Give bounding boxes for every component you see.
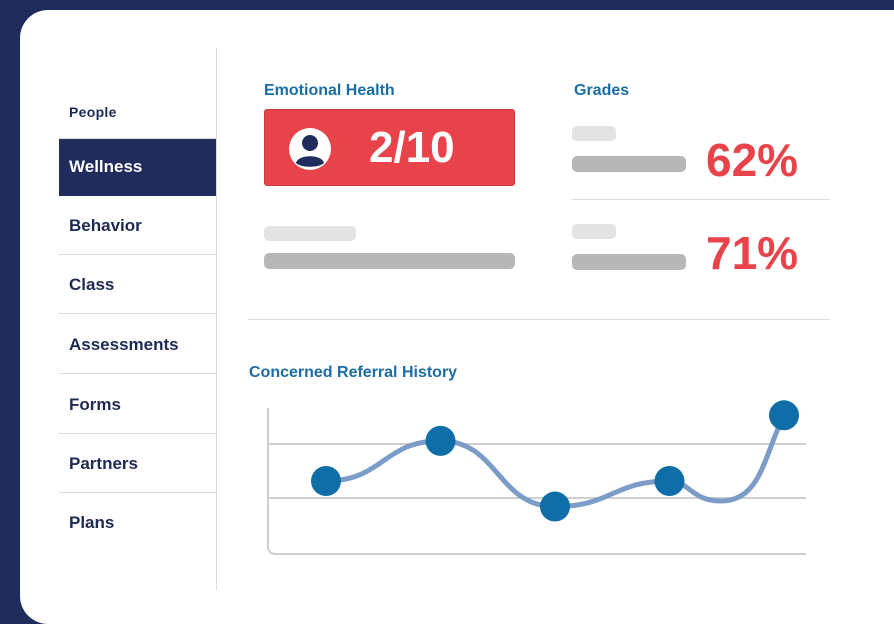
sidebar-item-class[interactable]: Class [59,256,217,314]
emotional-health-score: 2/10 [369,123,455,172]
grades-divider [572,199,830,200]
section-divider [248,319,830,320]
grade-value-1: 62% [706,134,799,186]
referral-history-chart [267,400,806,555]
sidebar-item-partners[interactable]: Partners [59,435,217,493]
chart-point[interactable] [540,491,570,522]
placeholder-bar [572,126,616,141]
chart-point[interactable] [654,466,685,496]
sidebar-item-wellness[interactable]: Wellness [59,138,217,196]
sidebar-item-assessments[interactable]: Assessments [59,316,217,374]
chart-point[interactable] [769,400,799,431]
sidebar-item-behavior[interactable]: Behavior [59,197,217,255]
grades-title: Grades [574,82,630,99]
sidebar-item-plans[interactable]: Plans [59,494,217,552]
sidebar-divider [216,48,217,590]
chart-point[interactable] [311,466,341,496]
emotional-health-badge[interactable]: 2/10 [264,109,515,186]
grade-value-2: 71% [706,227,799,279]
placeholder-bar [264,226,356,241]
referral-history-title: Concerned Referral History [249,364,458,381]
emotional-health-title: Emotional Health [264,82,395,99]
placeholder-bar [572,156,686,172]
sidebar-heading: People [69,104,117,120]
sidebar-item-forms[interactable]: Forms [59,376,217,434]
placeholder-bar [572,224,616,239]
chart-point[interactable] [425,425,456,456]
placeholder-bar [264,253,515,269]
user-avatar-icon [289,128,331,170]
placeholder-bar [572,254,686,270]
